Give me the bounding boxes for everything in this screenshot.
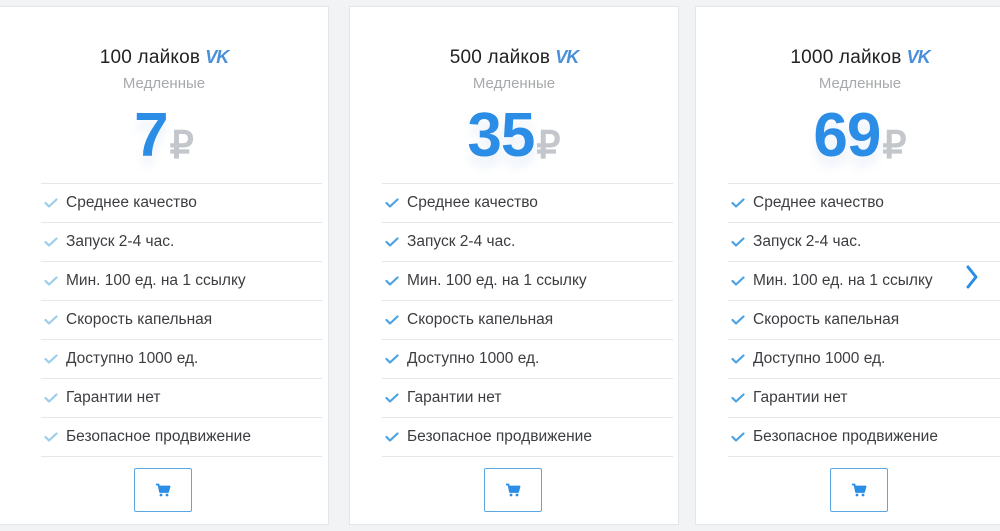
feature-item: Гарантии нет (728, 378, 1000, 417)
cart-icon (852, 483, 867, 497)
feature-item: Запуск 2-4 час. (41, 222, 322, 261)
ruble-icon: ₽ (536, 125, 561, 167)
feature-text: Безопасное продвижение (753, 428, 938, 445)
checkmark-icon (44, 432, 58, 442)
ruble-icon: ₽ (882, 125, 907, 167)
card-subtitle: Медленные (818, 75, 902, 92)
pricing-card-500: 500 лайков VK Медленные 35₽ Среднее качес… (349, 6, 679, 525)
checkmark-icon (385, 432, 399, 442)
feature-list: Среднее качество Запуск 2-4 час. Мин. 10… (41, 183, 322, 457)
feature-item: Доступно 1000 ед. (41, 339, 322, 378)
feature-item: Безопасное продвижение (41, 417, 322, 457)
feature-list: Среднее качество Запуск 2-4 час. Мин. 10… (728, 183, 1000, 457)
feature-text: Доступно 1000 ед. (407, 350, 540, 367)
card-price: 7₽ (0, 99, 328, 173)
add-to-cart-button[interactable] (134, 468, 192, 512)
feature-item: Безопасное продвижение (728, 417, 1000, 457)
feature-item: Мин. 100 ед. на 1 ссылку (382, 261, 673, 300)
feature-text: Мин. 100 ед. на 1 ссылку (753, 272, 933, 289)
vk-logo-icon: VK (906, 47, 931, 67)
checkmark-icon (385, 237, 399, 247)
vk-logo-icon: VK (555, 47, 579, 67)
feature-text: Безопасное продвижение (66, 428, 251, 445)
feature-text: Гарантии нет (753, 389, 848, 406)
card-price: 35₽ (350, 99, 678, 173)
cart-icon (156, 483, 171, 497)
feature-list: Среднее качество Запуск 2-4 час. Мин. 10… (382, 183, 673, 457)
checkmark-icon (731, 393, 745, 403)
feature-text: Гарантии нет (66, 389, 161, 406)
checkmark-icon (44, 393, 58, 403)
checkmark-icon (731, 432, 745, 442)
card-title-text: 500 лайков (449, 47, 551, 68)
card-subtitle: Медленные (122, 75, 206, 92)
chevron-right-icon (966, 265, 978, 289)
card-title: 500 лайков VK (350, 45, 678, 70)
checkmark-icon (731, 198, 745, 208)
add-to-cart-button[interactable] (484, 468, 542, 512)
pricing-card-1000: 1000 лайков VK Медленные 69₽ Среднее каче… (695, 6, 1000, 525)
feature-text: Гарантии нет (407, 389, 502, 406)
card-title: 1000 лайков VK (696, 45, 1000, 70)
checkmark-icon (44, 198, 58, 208)
feature-text: Безопасное продвижение (407, 428, 592, 445)
checkmark-icon (44, 354, 58, 364)
carousel-next-arrow[interactable] (962, 257, 982, 297)
card-subtitle: Медленные (472, 75, 556, 92)
feature-text: Скорость капельная (407, 311, 554, 328)
card-title-text: 1000 лайков (790, 47, 902, 68)
feature-item: Среднее качество (41, 183, 322, 222)
feature-item: Запуск 2-4 час. (382, 222, 673, 261)
feature-item: Скорость капельная (41, 300, 322, 339)
feature-item: Скорость капельная (382, 300, 673, 339)
feature-text: Доступно 1000 ед. (753, 350, 886, 367)
feature-item: Запуск 2-4 час. (728, 222, 1000, 261)
checkmark-icon (731, 237, 745, 247)
feature-item: Среднее качество (382, 183, 673, 222)
feature-item: Мин. 100 ед. на 1 ссылку (41, 261, 322, 300)
feature-text: Запуск 2-4 час. (66, 233, 175, 250)
feature-item: Мин. 100 ед. на 1 ссылку (728, 261, 1000, 300)
checkmark-icon (731, 276, 745, 286)
price-value: 69 (813, 101, 881, 170)
checkmark-icon (385, 276, 399, 286)
checkmark-icon (385, 393, 399, 403)
checkmark-icon (44, 276, 58, 286)
feature-item: Доступно 1000 ед. (382, 339, 673, 378)
checkmark-icon (385, 354, 399, 364)
cart-icon (506, 483, 521, 497)
feature-text: Доступно 1000 ед. (66, 350, 199, 367)
feature-text: Среднее качество (66, 194, 197, 211)
checkmark-icon (44, 237, 58, 247)
checkmark-icon (385, 198, 399, 208)
checkmark-icon (385, 315, 399, 325)
feature-text: Мин. 100 ед. на 1 ссылку (407, 272, 587, 289)
feature-text: Среднее качество (753, 194, 884, 211)
feature-text: Мин. 100 ед. на 1 ссылку (66, 272, 246, 289)
ruble-icon: ₽ (169, 125, 194, 167)
feature-text: Запуск 2-4 час. (407, 233, 516, 250)
vk-logo-icon: VK (205, 47, 229, 67)
price-value: 7 (134, 101, 168, 170)
feature-text: Запуск 2-4 час. (753, 233, 862, 250)
feature-item: Скорость капельная (728, 300, 1000, 339)
checkmark-icon (731, 354, 745, 364)
feature-item: Доступно 1000 ед. (728, 339, 1000, 378)
feature-item: Гарантии нет (382, 378, 673, 417)
add-to-cart-button[interactable] (830, 468, 888, 512)
price-value: 35 (467, 101, 535, 170)
card-title: 100 лайков VK (0, 45, 328, 70)
feature-text: Скорость капельная (753, 311, 900, 328)
feature-item: Гарантии нет (41, 378, 322, 417)
feature-text: Скорость капельная (66, 311, 213, 328)
card-price: 69₽ (696, 99, 1000, 173)
feature-text: Среднее качество (407, 194, 538, 211)
checkmark-icon (44, 315, 58, 325)
pricing-card-100: 100 лайков VK Медленные 7₽ Среднее качест… (0, 6, 329, 525)
card-title-text: 100 лайков (99, 47, 201, 68)
feature-item: Безопасное продвижение (382, 417, 673, 457)
feature-item: Среднее качество (728, 183, 1000, 222)
checkmark-icon (731, 315, 745, 325)
